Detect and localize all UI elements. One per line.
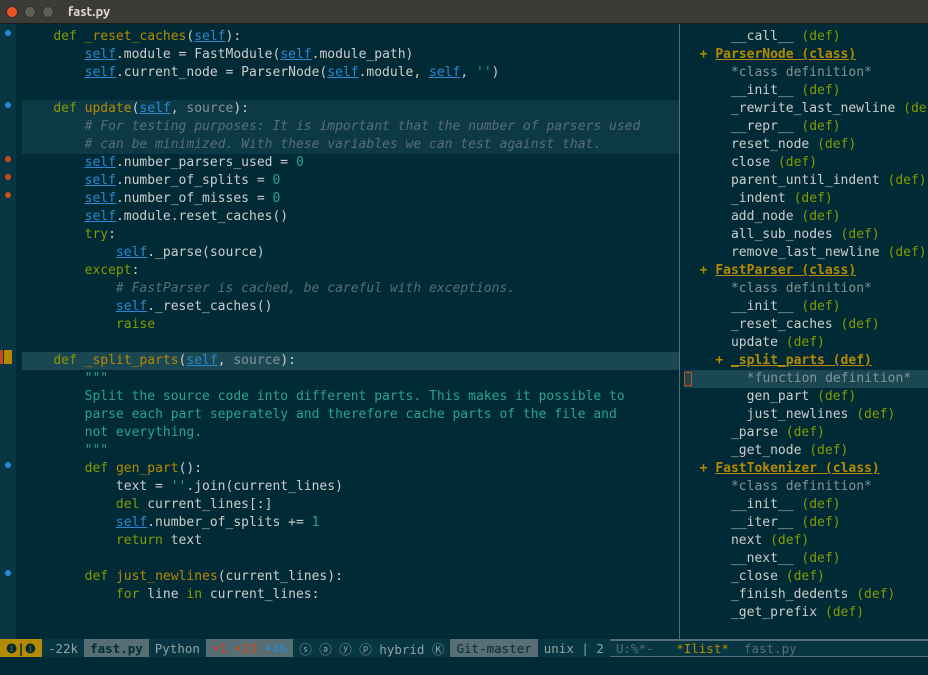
- code-line[interactable]: # FastParser is cached, be careful with …: [22, 280, 679, 298]
- outline-item[interactable]: reset_node (def): [684, 136, 928, 154]
- code-line[interactable]: self.number_of_splits += 1: [22, 514, 679, 532]
- outline-item[interactable]: _close (def): [684, 568, 928, 586]
- outline-item[interactable]: _get_prefix (def): [684, 604, 928, 622]
- ml-major-mode[interactable]: Python: [149, 639, 206, 657]
- outline-item[interactable]: _parse (def): [684, 424, 928, 442]
- outline-item[interactable]: _rewrite_last_newline (def): [684, 100, 928, 118]
- code-line[interactable]: except:: [22, 262, 679, 280]
- modeline-inactive: U:%*- *Ilist* fast.py: [610, 641, 928, 656]
- code-line[interactable]: def update(self, source):: [22, 100, 679, 118]
- code-line[interactable]: self.current_node = ParserNode(self.modu…: [22, 64, 679, 82]
- code-line[interactable]: def _reset_caches(self):: [22, 28, 679, 46]
- outline-item[interactable]: *class definition*: [684, 280, 928, 298]
- outline-item[interactable]: + _split_parts (def): [684, 352, 928, 370]
- cursor-line-marker: [4, 350, 12, 364]
- code-line[interactable]: self._reset_caches(): [22, 298, 679, 316]
- fold-marker-icon[interactable]: [5, 102, 11, 108]
- ml-flycheck[interactable]: •1 •23 •46: [206, 639, 293, 657]
- outline-item[interactable]: *class definition*: [684, 478, 928, 496]
- code-line[interactable]: return text: [22, 532, 679, 550]
- code-line[interactable]: self.module = FastModule(self.module_pat…: [22, 46, 679, 64]
- outline-item[interactable]: all_sub_nodes (def): [684, 226, 928, 244]
- code-line[interactable]: self.number_of_splits = 0: [22, 172, 679, 190]
- outline-item[interactable]: __init__ (def): [684, 496, 928, 514]
- code-line[interactable]: # can be minimized. With these variables…: [22, 136, 679, 154]
- code-line[interactable]: text = ''.join(current_lines): [22, 478, 679, 496]
- code-line[interactable]: # For testing purposes: It is important …: [22, 118, 679, 136]
- outline-item[interactable]: just_newlines (def): [684, 406, 928, 424]
- code-line[interactable]: del current_lines[:]: [22, 496, 679, 514]
- code-line[interactable]: Split the source code into different par…: [22, 388, 679, 406]
- outline-pane[interactable]: __call__ (def) + ParserNode (class) *cla…: [680, 24, 928, 639]
- code-pane[interactable]: def _reset_caches(self): self.module = F…: [16, 24, 679, 639]
- code-line[interactable]: raise: [22, 316, 679, 334]
- fold-marker-icon[interactable]: [5, 570, 11, 576]
- outline-item[interactable]: __repr__ (def): [684, 118, 928, 136]
- window-titlebar: fast.py: [0, 0, 928, 24]
- code-line[interactable]: [22, 82, 679, 100]
- code-line[interactable]: parse each part seperately and therefore…: [22, 406, 679, 424]
- outline-item[interactable]: add_node (def): [684, 208, 928, 226]
- outline-item[interactable]: *function definition*: [684, 370, 928, 388]
- ml-minor-modes[interactable]: ⓢ ⓐ ⓨ ⓟ hybrid Ⓚ: [293, 639, 450, 657]
- code-line[interactable]: [22, 550, 679, 568]
- code-line[interactable]: not everything.: [22, 424, 679, 442]
- outline-item[interactable]: _indent (def): [684, 190, 928, 208]
- outline-item[interactable]: parent_until_indent (def): [684, 172, 928, 190]
- outline-item[interactable]: remove_last_newline (def): [684, 244, 928, 262]
- minibuffer[interactable]: [0, 657, 928, 675]
- gutter: [0, 24, 16, 639]
- outline-item[interactable]: _reset_caches (def): [684, 316, 928, 334]
- outline-item[interactable]: __next__ (def): [684, 550, 928, 568]
- editor-frame: def _reset_caches(self): self.module = F…: [0, 24, 928, 639]
- ml-flags: ❶|❶: [0, 639, 42, 657]
- code-line[interactable]: self.number_of_misses = 0: [22, 190, 679, 208]
- code-line[interactable]: self._parse(source): [22, 244, 679, 262]
- ml-size: - 22k: [42, 639, 84, 657]
- diff-marker-icon[interactable]: [5, 174, 11, 180]
- outline-item[interactable]: _finish_dedents (def): [684, 586, 928, 604]
- outline-item[interactable]: next (def): [684, 532, 928, 550]
- outline-item[interactable]: __call__ (def): [684, 28, 928, 46]
- close-icon[interactable]: [6, 6, 18, 18]
- outline-cursor-marker: [684, 372, 692, 386]
- fold-marker-icon[interactable]: [5, 30, 11, 36]
- code-line[interactable]: self.module.reset_caches(): [22, 208, 679, 226]
- code-line[interactable]: def gen_part():: [22, 460, 679, 478]
- outline-item[interactable]: __iter__ (def): [684, 514, 928, 532]
- code-line[interactable]: def _split_parts(self, source):: [22, 352, 679, 370]
- fold-marker-icon[interactable]: [5, 462, 11, 468]
- diff-marker-icon[interactable]: [5, 192, 11, 198]
- ml-vc[interactable]: Git-master: [450, 639, 537, 657]
- diff-marker-icon[interactable]: [5, 156, 11, 162]
- code-line[interactable]: def just_newlines(current_lines):: [22, 568, 679, 586]
- code-line[interactable]: try:: [22, 226, 679, 244]
- code-line[interactable]: [22, 334, 679, 352]
- outline-item[interactable]: close (def): [684, 154, 928, 172]
- outline-item[interactable]: + FastParser (class): [684, 262, 928, 280]
- ml-encoding: unix | 2: [538, 639, 610, 657]
- minimize-icon[interactable]: [24, 6, 36, 18]
- code-line[interactable]: """: [22, 442, 679, 460]
- ml-filename[interactable]: fast.py: [84, 639, 149, 657]
- maximize-icon[interactable]: [42, 6, 54, 18]
- code-line[interactable]: self.number_parsers_used = 0: [22, 154, 679, 172]
- outline-item[interactable]: __init__ (def): [684, 298, 928, 316]
- window-title: fast.py: [68, 5, 110, 19]
- code-line[interactable]: for line in current_lines:: [22, 586, 679, 604]
- modeline: ❶|❶ - 22k fast.py Python •1 •23 •46 ⓢ ⓐ …: [0, 639, 928, 657]
- outline-item[interactable]: _get_node (def): [684, 442, 928, 460]
- code-line[interactable]: """: [22, 370, 679, 388]
- outline-item[interactable]: *class definition*: [684, 64, 928, 82]
- outline-item[interactable]: update (def): [684, 334, 928, 352]
- outline-item[interactable]: + ParserNode (class): [684, 46, 928, 64]
- outline-item[interactable]: + FastTokenizer (class): [684, 460, 928, 478]
- outline-item[interactable]: __init__ (def): [684, 82, 928, 100]
- outline-item[interactable]: gen_part (def): [684, 388, 928, 406]
